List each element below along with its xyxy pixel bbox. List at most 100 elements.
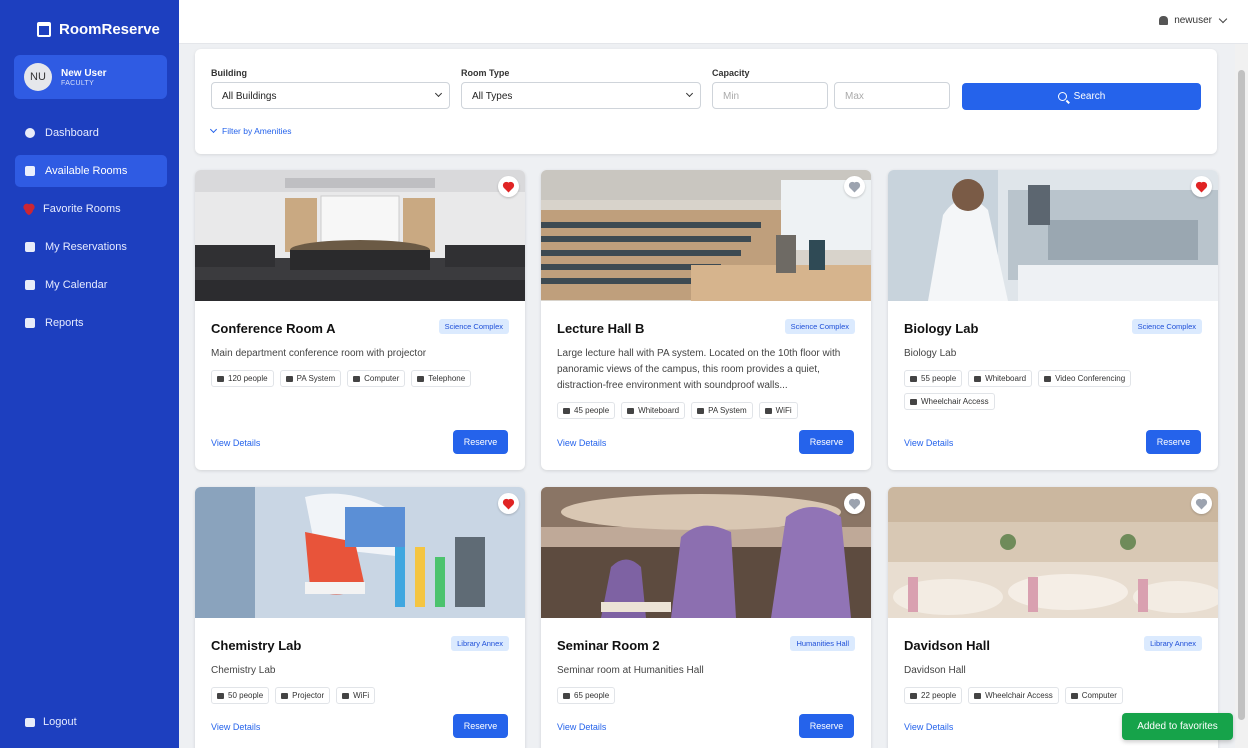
chevron-down-icon	[434, 89, 443, 98]
view-details-link[interactable]: View Details	[904, 438, 953, 448]
sidebar-item-label: Favorite Rooms	[43, 203, 121, 215]
tag-label: Video Conferencing	[1055, 374, 1126, 383]
tag-capacity: 22 people	[904, 687, 963, 704]
sidebar-item-my-reservations[interactable]: My Reservations	[15, 231, 167, 263]
tag-label: Telephone	[428, 374, 466, 383]
view-details-link[interactable]: View Details	[211, 438, 260, 448]
room-description: Davidson Hall	[904, 665, 966, 676]
view-details-link[interactable]: View Details	[904, 722, 953, 732]
reserve-button[interactable]: Reserve	[453, 430, 508, 454]
capacity-label: Capacity	[712, 68, 750, 78]
room-tags: 65 people	[557, 687, 857, 704]
chevron-down-icon	[685, 89, 694, 98]
users-icon	[563, 407, 570, 414]
room-tags: 50 people Projector WiFi	[211, 687, 511, 704]
search-icon	[1057, 92, 1067, 101]
tag-amenity: Wheelchair Access	[968, 687, 1059, 704]
capacity-min-input[interactable]: Min	[712, 82, 828, 109]
tag-label: WiFi	[775, 406, 792, 415]
search-button-label: Search	[1073, 91, 1106, 102]
sidebar-item-dashboard[interactable]: Dashboard	[15, 117, 167, 149]
user-role: FACULTY	[61, 79, 95, 87]
brand[interactable]: RoomReserve	[0, 0, 179, 45]
heart-icon	[1196, 499, 1207, 510]
tag-capacity: 65 people	[557, 687, 616, 704]
tag-label: Whiteboard	[985, 374, 1027, 383]
sidebar-item-available-rooms[interactable]: Available Rooms	[15, 155, 167, 187]
building-badge: Science Complex	[1131, 319, 1202, 334]
capacity-max-input[interactable]: Max	[834, 82, 950, 109]
users-icon	[217, 375, 224, 382]
tag-label: Wheelchair Access	[985, 691, 1053, 700]
users-icon	[217, 692, 224, 699]
favorite-button[interactable]	[1191, 493, 1212, 514]
sidebar-item-label: Available Rooms	[45, 165, 128, 177]
video-icon	[1044, 375, 1052, 382]
logout-label: Logout	[43, 716, 77, 728]
sidebar-item-reports[interactable]: Reports	[15, 307, 167, 339]
phone-icon	[417, 375, 425, 382]
room-description: Seminar room at Humanities Hall	[557, 665, 704, 676]
room-description: Biology Lab	[904, 348, 957, 359]
favorite-button[interactable]	[844, 176, 865, 197]
tag-label: Whiteboard	[638, 406, 680, 415]
scrollbar-thumb[interactable]	[1238, 70, 1245, 720]
heart-icon	[23, 204, 35, 216]
user-menu[interactable]: newuser	[1159, 14, 1228, 26]
room-photo	[541, 170, 871, 301]
wifi-icon	[342, 692, 350, 699]
building-select[interactable]: All Buildings	[211, 82, 450, 109]
users-icon	[563, 692, 570, 699]
room-title: Lecture Hall B	[557, 321, 645, 336]
logout-button[interactable]: Logout	[25, 716, 77, 728]
scrollbar[interactable]	[1235, 44, 1248, 748]
sidebar: RoomReserve NU New User FACULTY Dashboar…	[0, 0, 179, 748]
building-badge: Humanities Hall	[790, 636, 855, 651]
favorite-button[interactable]	[844, 493, 865, 514]
tag-label: PA System	[296, 374, 336, 383]
dashboard-icon	[25, 128, 35, 138]
room-card: Lecture Hall B Science Complex Large lec…	[541, 170, 871, 470]
sidebar-item-label: Reports	[45, 317, 84, 329]
roomtype-select[interactable]: All Types	[461, 82, 701, 109]
search-button[interactable]: Search	[962, 83, 1201, 110]
reserve-button[interactable]: Reserve	[1146, 430, 1201, 454]
heart-icon	[503, 499, 514, 510]
tag-amenity: WiFi	[336, 687, 376, 704]
door-icon	[25, 166, 35, 176]
view-details-link[interactable]: View Details	[211, 722, 260, 732]
tag-amenity: Whiteboard	[968, 370, 1033, 387]
building-badge: Science Complex	[438, 319, 509, 334]
reserve-button[interactable]: Reserve	[453, 714, 508, 738]
view-details-link[interactable]: View Details	[557, 722, 606, 732]
user-name: New User	[61, 67, 107, 79]
heart-icon	[1196, 182, 1207, 193]
room-description: Large lecture hall with PA system. Locat…	[557, 348, 841, 391]
wheelchair-icon	[910, 398, 917, 405]
tag-capacity: 120 people	[211, 370, 274, 387]
tag-label: Wheelchair Access	[921, 397, 989, 406]
favorite-button[interactable]	[498, 176, 519, 197]
tag-label: 65 people	[574, 691, 610, 700]
computer-icon	[1070, 692, 1078, 699]
sidebar-item-favorite-rooms[interactable]: Favorite Rooms	[15, 193, 167, 225]
favorite-button[interactable]	[498, 493, 519, 514]
view-details-link[interactable]: View Details	[557, 438, 606, 448]
reserve-button[interactable]: Reserve	[799, 714, 854, 738]
microphone-icon	[697, 407, 705, 414]
tag-amenity: PA System	[691, 402, 753, 419]
room-card: Biology Lab Science Complex Biology Lab …	[888, 170, 1218, 470]
user-card[interactable]: NU New User FACULTY	[14, 55, 167, 99]
tag-label: 50 people	[228, 691, 264, 700]
sidebar-item-label: My Calendar	[45, 279, 108, 291]
sidebar-item-my-calendar[interactable]: My Calendar	[15, 269, 167, 301]
logout-icon	[25, 717, 35, 727]
calendar-icon	[37, 21, 51, 37]
brand-name: RoomReserve	[59, 20, 160, 38]
reserve-button[interactable]: Reserve	[799, 430, 854, 454]
filter-amenities-toggle[interactable]: Filter by Amenities	[209, 125, 292, 136]
room-tags: 22 people Wheelchair Access Computer	[904, 687, 1204, 704]
filter-amenities-label: Filter by Amenities	[222, 126, 292, 136]
favorite-button[interactable]	[1191, 176, 1212, 197]
computer-icon	[353, 375, 361, 382]
